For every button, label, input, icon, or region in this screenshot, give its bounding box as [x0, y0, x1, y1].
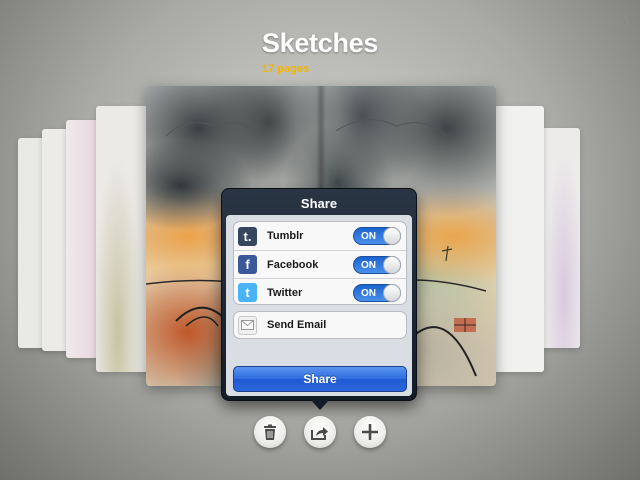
trash-button[interactable]: [254, 416, 286, 448]
popover-arrow: [310, 399, 330, 410]
share-popover-title: Share: [300, 196, 338, 211]
service-row-facebook: f Facebook ON: [234, 250, 406, 278]
toggle-on-label: ON: [361, 288, 376, 299]
facebook-icon: f: [238, 255, 257, 274]
notebook-title: Sketches: [261, 28, 379, 58]
service-label-facebook: Facebook: [267, 258, 319, 271]
envelope-icon: [238, 315, 257, 335]
service-row-twitter: t Twitter ON: [234, 278, 406, 306]
tumblr-icon: t.: [238, 226, 257, 246]
share-button[interactable]: Share: [233, 366, 407, 392]
add-page-button[interactable]: [354, 416, 386, 448]
share-popover: Share t. Tumblr ON f Facebook ON t Twitt…: [221, 188, 417, 410]
plus-icon: [362, 424, 378, 440]
service-row-tumblr: t. Tumblr ON: [234, 222, 406, 250]
toggle-knob: [383, 227, 401, 245]
toggle-on-label: ON: [361, 260, 376, 271]
service-label-tumblr: Tumblr: [267, 230, 304, 242]
stack-page-right-1[interactable]: [494, 106, 544, 372]
share-toolbar-button[interactable]: [304, 416, 336, 448]
send-email-label: Send Email: [267, 319, 327, 331]
toggle-on-label: ON: [361, 231, 376, 242]
page-count: 17 pages: [262, 63, 310, 75]
twitter-toggle[interactable]: ON: [353, 284, 401, 302]
send-email-row[interactable]: Send Email: [233, 311, 407, 339]
send-email-inner: Send Email: [234, 311, 406, 339]
stack-page-left-3[interactable]: [66, 120, 100, 358]
stack-page-right-2[interactable]: [540, 128, 580, 348]
toggle-knob: [383, 284, 401, 302]
service-label-twitter: Twitter: [267, 286, 303, 299]
facebook-toggle[interactable]: ON: [353, 256, 401, 274]
corner-badge[interactable]: 55: [608, 13, 628, 33]
share-popover-content: t. Tumblr ON f Facebook ON t Twitter ON …: [226, 215, 412, 396]
trash-icon: [264, 424, 276, 440]
twitter-icon: t: [238, 283, 257, 302]
services-group: t. Tumblr ON f Facebook ON t Twitter ON: [233, 221, 407, 305]
tumblr-toggle[interactable]: ON: [353, 227, 401, 245]
toggle-knob: [383, 256, 401, 274]
share-icon: [311, 426, 328, 440]
stack-page-left-4[interactable]: [96, 106, 150, 372]
